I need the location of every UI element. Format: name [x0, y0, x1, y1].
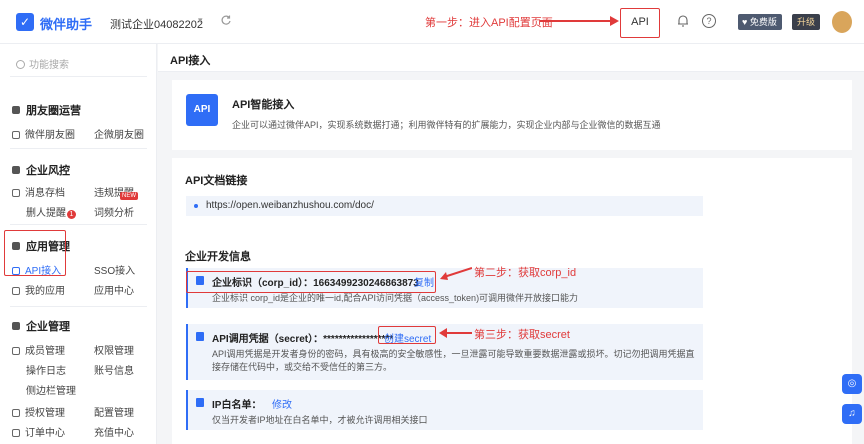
annotation-box — [378, 326, 436, 344]
page-header: API接入 — [158, 44, 864, 72]
bell-icon[interactable] — [676, 14, 690, 28]
sidebar-item-orders[interactable]: 订单中心 — [12, 424, 65, 439]
ip-whitelist-description: 仅当开发者IP地址在白名单中，才被允许调用相关接口 — [212, 415, 428, 425]
sidebar-item-sso[interactable]: SSO接入 — [94, 262, 135, 277]
sidebar-item-message-archive[interactable]: 消息存档 — [12, 184, 65, 199]
annotation-arrow — [440, 267, 472, 280]
docs-section-title: API文档链接 — [185, 175, 248, 187]
sidebar-item-delete-alert[interactable]: 删人提醒 1 — [26, 204, 76, 219]
divider — [10, 148, 147, 149]
sidebar-item-my-apps[interactable]: 我的应用 — [12, 282, 65, 297]
brand-logo-icon[interactable]: ✓ — [16, 13, 34, 31]
sidebar-item-wework-moments[interactable]: 企微朋友圈 — [94, 126, 144, 141]
page-title: API接入 — [170, 55, 211, 67]
sidebar-item-permissions[interactable]: 权限管理 — [94, 342, 134, 357]
step3-annotation: 第三步：获取secret — [474, 329, 570, 341]
ip-whitelist-label: IP白名单： — [212, 400, 262, 411]
search-icon — [16, 60, 25, 69]
company-selector[interactable]: 测试企业04082202 — [110, 16, 203, 32]
api-intro-card: API API智能接入 企业可以通过微伴API，实现系统数据打通；利用微伴特有的… — [172, 80, 852, 150]
docs-link[interactable]: https://open.weibanzhushou.com/doc/ — [206, 200, 374, 211]
bullet-icon — [194, 204, 198, 208]
divider — [10, 76, 147, 77]
docs-link-row: https://open.weibanzhushou.com/doc/ — [186, 196, 703, 216]
sidebar-item-account-info[interactable]: 账号信息 — [94, 362, 134, 377]
sidebar-item-recharge[interactable]: 充值中心 — [94, 424, 134, 439]
new-badge: NEW — [120, 192, 138, 200]
version-badge[interactable]: ♥ 免费版 — [738, 14, 782, 30]
chevron-down-icon[interactable]: ▾ — [198, 15, 203, 26]
top-bar: ✓ 微伴助手 测试企业04082202 ▾ 第一步：进入API配置页面 API … — [0, 0, 864, 44]
sidebar-item-members[interactable]: 成员管理 — [12, 342, 65, 357]
sidebar-item-sidebar-manage[interactable]: 侧边栏管理 — [26, 382, 76, 397]
authorization-icon — [12, 409, 20, 417]
divider — [10, 224, 147, 225]
intro-description: 企业可以通过微伴API，实现系统数据打通；利用微伴特有的扩展能力，实现企业内部与… — [232, 120, 661, 130]
divider — [10, 306, 147, 307]
annotation-box — [4, 230, 66, 276]
sidebar-item-word-frequency[interactable]: 词频分析 — [94, 204, 134, 219]
step2-annotation: 第二步：获取corp_id — [474, 267, 577, 279]
chat-icon[interactable]: ◎ — [842, 374, 862, 394]
apps-icon — [12, 287, 20, 295]
sidebar: 功能搜索 朋友圈运营 微伴朋友圈 企微朋友圈 企业风控 消息存档 违规提醒 NE… — [0, 44, 157, 444]
sidebar-item-authorization[interactable]: 授权管理 — [12, 404, 65, 419]
refresh-icon[interactable] — [220, 14, 232, 26]
sidebar-section-moments: 朋友圈运营 — [12, 102, 81, 118]
brand-name[interactable]: 微伴助手 — [40, 14, 92, 33]
secret-label: API调用凭据（secret）：****************** — [212, 334, 394, 345]
dev-section-title: 企业开发信息 — [185, 251, 251, 263]
edit-whitelist-button[interactable]: 修改 — [272, 396, 292, 411]
moments-icon — [12, 106, 20, 114]
search-placeholder: 功能搜索 — [29, 60, 69, 71]
building-icon — [12, 322, 20, 330]
shield-icon — [12, 166, 20, 174]
sidebar-section-company: 企业管理 — [12, 318, 70, 334]
users-icon — [12, 347, 20, 355]
moments-item-icon — [12, 131, 20, 139]
archive-icon — [12, 189, 20, 197]
whitelist-icon — [196, 398, 204, 407]
sidebar-item-operation-log[interactable]: 操作日志 — [26, 362, 66, 377]
help-icon[interactable]: ? — [702, 14, 716, 28]
intro-title: API智能接入 — [232, 99, 295, 111]
upgrade-button[interactable]: 升级 — [792, 14, 820, 30]
key-icon — [196, 332, 204, 341]
api-config-card: API文档链接 https://open.weibanzhushou.com/d… — [172, 158, 852, 444]
sidebar-item-weiban-moments[interactable]: 微伴朋友圈 — [12, 126, 75, 141]
search-input[interactable]: 功能搜索 — [16, 56, 69, 71]
api-button[interactable]: API — [620, 8, 660, 38]
ip-whitelist-box: IP白名单： 修改 仅当开发者IP地址在白名单中，才被允许调用相关接口 — [186, 390, 703, 430]
annotation-arrow — [439, 328, 472, 338]
corp-id-description: 企业标识 corp_id是企业的唯一id,配合API访问凭据（access_to… — [212, 293, 579, 303]
support-icon[interactable]: ♫ — [842, 404, 862, 424]
order-icon — [12, 429, 20, 437]
annotation-arrow — [540, 16, 619, 26]
version-label: 免费版 — [749, 17, 777, 27]
sidebar-item-config[interactable]: 配置管理 — [94, 404, 134, 419]
avatar[interactable] — [832, 11, 852, 33]
secret-description: API调用凭据是开发者身份的密码，具有极高的安全敏感性，一旦泄露可能导致重要数据… — [212, 349, 695, 372]
annotation-box — [186, 271, 436, 293]
step1-annotation: 第一步：进入API配置页面 — [425, 17, 553, 29]
api-logo-icon: API — [186, 94, 218, 126]
sidebar-item-app-center[interactable]: 应用中心 — [94, 282, 134, 297]
sidebar-section-risk: 企业风控 — [12, 162, 70, 178]
count-badge: 1 — [67, 210, 76, 219]
